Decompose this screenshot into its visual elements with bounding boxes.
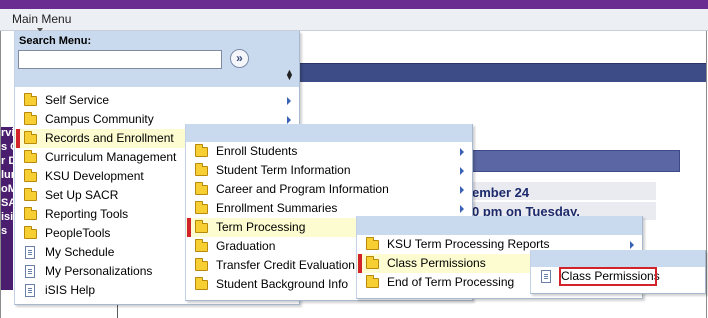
page-header-band <box>300 63 706 82</box>
submenu-arrow-icon <box>630 241 634 249</box>
folder-icon <box>195 239 208 252</box>
menu-list-level4: Class Permissions <box>531 267 705 286</box>
sidebar-text-fragment: rvi <box>1 127 13 139</box>
submenu-arrow-icon <box>460 148 464 156</box>
folder-icon <box>195 220 208 233</box>
sidebar-text-fragment: isit <box>1 211 13 223</box>
submenu-arrow-icon <box>287 97 291 105</box>
folder-icon <box>24 112 37 125</box>
class-permissions-submenu: Class Permissions <box>530 250 706 294</box>
folder-icon <box>24 207 37 220</box>
folder-icon <box>366 237 379 250</box>
sort-icon[interactable]: ▲ ▼ <box>285 68 294 82</box>
sidebar-text-fragment: oM <box>1 183 13 195</box>
folder-icon <box>195 144 208 157</box>
folder-icon <box>195 277 208 290</box>
document-icon <box>541 270 551 283</box>
menu-item-student-term-information[interactable]: Student Term Information <box>186 161 472 180</box>
main-menu-button[interactable]: Main Menu <box>12 12 71 26</box>
frame-border-right <box>706 31 707 318</box>
folder-icon <box>195 163 208 176</box>
search-menu-header: Search Menu: » ▲ ▼ <box>15 31 299 87</box>
document-icon <box>25 265 35 278</box>
folder-icon <box>24 150 37 163</box>
folder-icon <box>195 182 208 195</box>
sidebar-text-fragment: s C <box>1 141 13 153</box>
document-icon <box>25 246 35 259</box>
folder-icon <box>24 226 37 239</box>
folder-icon <box>366 256 379 269</box>
search-menu-label: Search Menu: <box>19 35 92 47</box>
submenu-header <box>357 216 642 235</box>
menu-item-career-and-program-information[interactable]: Career and Program Information <box>186 180 472 199</box>
submenu-header <box>186 124 472 142</box>
submenu-arrow-icon <box>460 167 464 175</box>
submenu-arrow-icon <box>460 186 464 194</box>
submenu-arrow-icon <box>460 205 464 213</box>
sidebar-text-fragment: SA <box>1 197 13 209</box>
folder-icon <box>24 93 37 106</box>
sidebar-text-fragment: s <box>1 225 8 237</box>
search-go-icon[interactable]: » <box>230 49 249 68</box>
folder-icon <box>24 131 37 144</box>
menu-item-class-permissions-page[interactable]: Class Permissions <box>531 267 705 286</box>
menu-item-self-service[interactable]: Self Service <box>15 91 299 110</box>
folder-icon <box>24 188 37 201</box>
sidebar-text-fragment: lun <box>1 169 13 181</box>
folder-icon <box>24 169 37 182</box>
sidebar-text-fragment: r D <box>1 155 13 167</box>
search-menu-input[interactable] <box>18 50 222 69</box>
folder-icon <box>195 258 208 271</box>
document-icon <box>25 284 35 297</box>
top-brand-bar <box>0 0 708 9</box>
submenu-arrow-icon <box>287 116 291 124</box>
announcement-date: ember 24 <box>472 185 530 200</box>
menu-bar: Main Menu <box>0 9 708 32</box>
submenu-header <box>531 250 705 267</box>
menu-item-enroll-students[interactable]: Enroll Students <box>186 142 472 161</box>
content-header-band <box>450 150 680 172</box>
folder-icon <box>195 201 208 214</box>
folder-icon <box>366 275 379 288</box>
